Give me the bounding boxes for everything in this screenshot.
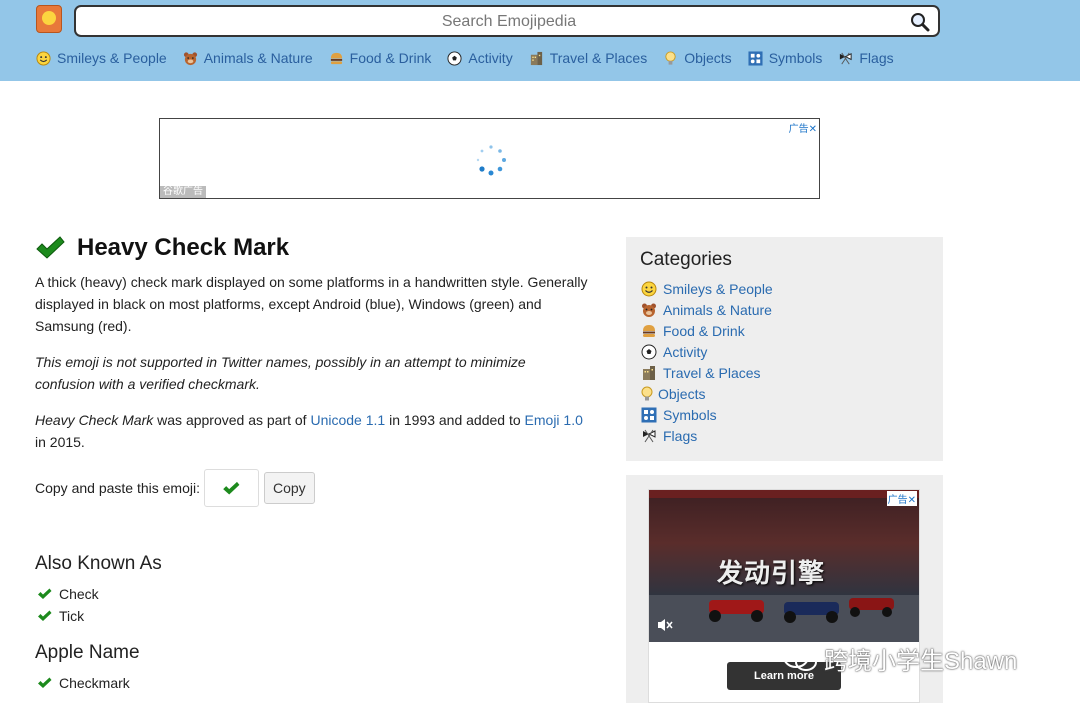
heavy-check-mark-icon — [223, 481, 240, 494]
heavy-check-mark-icon — [38, 677, 52, 688]
copy-label: Copy and paste this emoji: — [35, 480, 200, 496]
search-icon[interactable] — [910, 12, 930, 32]
category-nav: Smileys & People Animals & Nature Food &… — [36, 48, 910, 68]
building-icon — [643, 366, 655, 380]
categories-panel: Categories Smileys & People Animals & Na… — [626, 237, 943, 461]
bear-icon — [183, 51, 197, 65]
flag-icon — [840, 52, 852, 64]
copy-button[interactable]: Copy — [263, 472, 315, 504]
nav-objects[interactable]: Objects — [663, 48, 732, 68]
sidebar-item-smileys-people[interactable]: Smileys & People — [641, 281, 773, 297]
mute-icon[interactable] — [657, 618, 673, 632]
building-icon — [530, 51, 542, 65]
nav-travel-places[interactable]: Travel & Places — [529, 48, 647, 68]
watermark-text: 跨境小学生Shawn — [824, 648, 1018, 675]
nav-animals-nature[interactable]: Animals & Nature — [183, 48, 313, 68]
symbols-icon — [641, 407, 657, 423]
sidebar-item-activity[interactable]: Activity — [641, 344, 707, 360]
emojipedia-logo[interactable] — [36, 5, 62, 33]
wechat-icon — [783, 645, 817, 671]
sidebar-item-animals-nature[interactable]: Animals & Nature — [641, 302, 772, 318]
bear-icon — [642, 303, 656, 317]
approval-emoji-name: Heavy Check Mark — [35, 412, 154, 428]
heavy-check-mark-icon — [38, 610, 52, 621]
page-title: Heavy Check Mark — [77, 234, 290, 261]
list-item: Check — [37, 586, 99, 602]
loading-spinner-icon — [476, 145, 506, 176]
sidebar-item-objects[interactable]: Objects — [641, 386, 705, 402]
heavy-check-mark-icon — [38, 588, 52, 599]
twitter-note: This emoji is not supported in Twitter n… — [35, 354, 526, 392]
burger-icon — [643, 325, 655, 337]
nav-flags[interactable]: Flags — [838, 48, 894, 68]
smiley-icon — [36, 50, 51, 66]
soccer-ball-icon — [641, 344, 657, 360]
search-box[interactable] — [74, 5, 942, 37]
soccer-ball-icon — [447, 50, 462, 66]
nav-activity[interactable]: Activity — [447, 48, 513, 68]
also-known-as-heading: Also Known As — [35, 553, 162, 574]
site-header: Smileys & People Animals & Nature Food &… — [0, 0, 1080, 81]
emoji-description: A thick (heavy) check mark displayed on … — [35, 274, 588, 334]
ad-video-image[interactable]: 发动引擎 — [649, 490, 919, 642]
search-input[interactable] — [76, 7, 942, 37]
lightbulb-icon — [665, 50, 676, 65]
top-ad-banner[interactable]: 广告✕ 谷歌广告 — [159, 118, 820, 199]
ad-close-button[interactable]: 广告✕ — [886, 491, 917, 506]
ad-close-button[interactable]: 广告✕ — [789, 120, 817, 135]
sidebar-item-travel-places[interactable]: Travel & Places — [641, 365, 761, 381]
approval-text: Heavy Check Mark was approved as part of… — [35, 412, 583, 450]
ad-label: 谷歌广告 — [160, 186, 206, 198]
smiley-icon — [641, 281, 657, 297]
ad-headline: 发动引擎 — [717, 558, 826, 588]
nav-food-drink[interactable]: Food & Drink — [329, 48, 431, 68]
categories-heading: Categories — [640, 249, 732, 270]
unicode-version-link[interactable]: Unicode 1.1 — [310, 412, 385, 428]
apple-name-heading: Apple Name — [35, 642, 140, 663]
watermark: 跨境小学生Shawn — [782, 641, 1017, 676]
flag-icon — [643, 429, 656, 443]
nav-symbols[interactable]: Symbols — [748, 48, 822, 68]
list-item: Tick — [37, 608, 84, 624]
emoji-version-link[interactable]: Emoji 1.0 — [525, 412, 583, 428]
copy-row: Copy and paste this emoji: Copy — [35, 469, 315, 507]
nav-smileys-people[interactable]: Smileys & People — [36, 48, 167, 68]
lightbulb-icon — [641, 386, 653, 401]
burger-icon — [330, 52, 342, 64]
emoji-title: Heavy Check Mark — [35, 234, 289, 262]
emoji-copy-field[interactable] — [203, 469, 259, 507]
sidebar-item-symbols[interactable]: Symbols — [641, 407, 717, 423]
heavy-check-mark-icon — [36, 236, 65, 259]
symbols-icon — [748, 50, 763, 66]
sidebar-item-flags[interactable]: Flags — [641, 428, 697, 444]
sidebar-item-food-drink[interactable]: Food & Drink — [641, 323, 745, 339]
list-item: Checkmark — [37, 675, 130, 691]
